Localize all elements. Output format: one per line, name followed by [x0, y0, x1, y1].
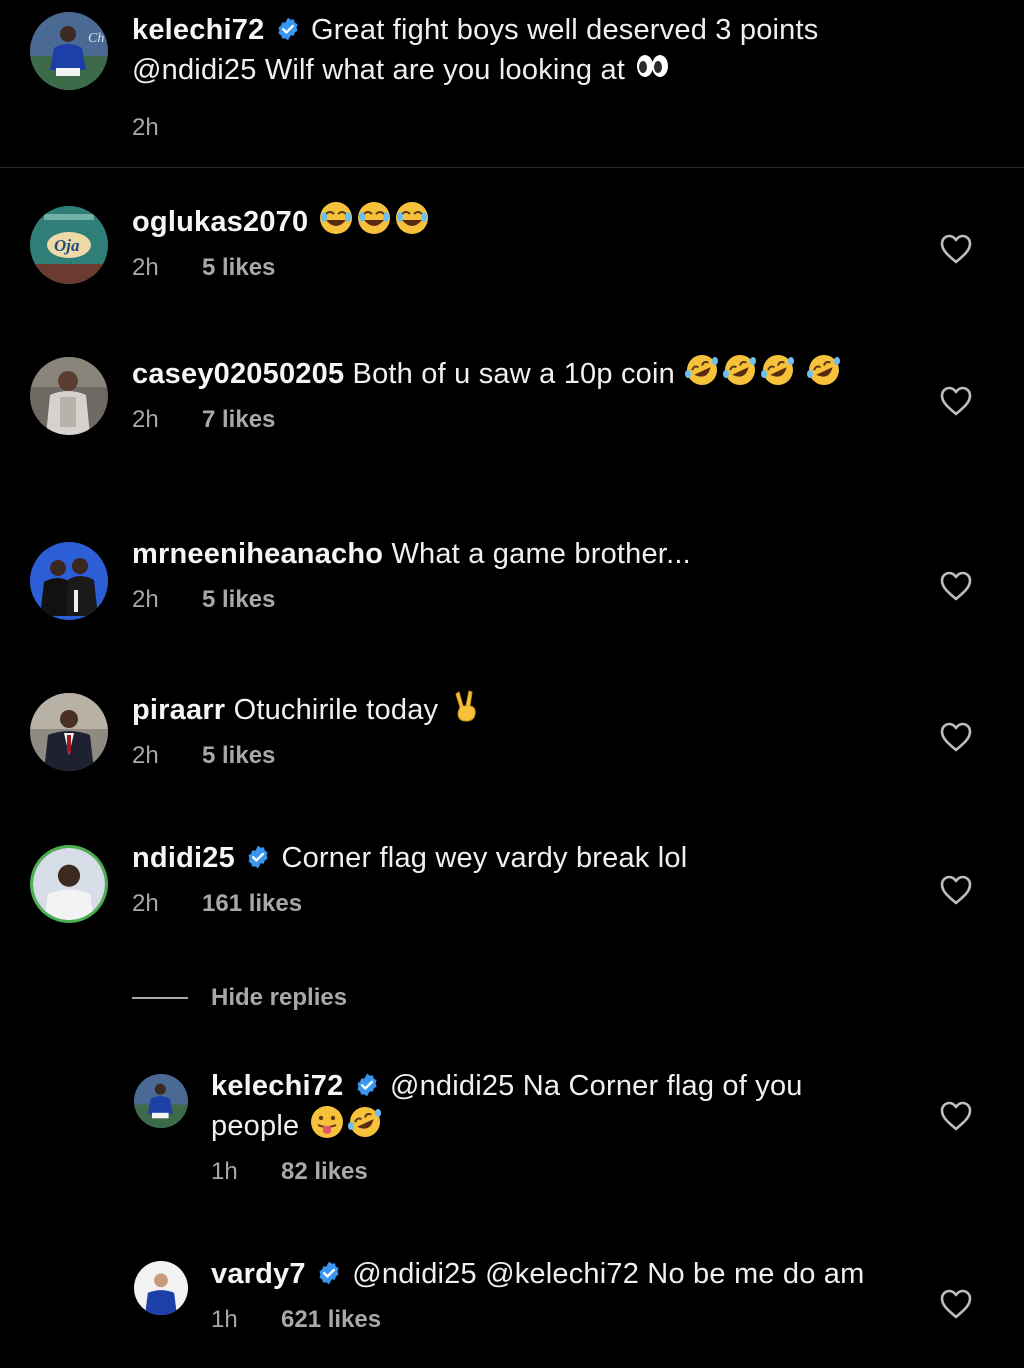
- like-heart-icon[interactable]: [938, 872, 974, 908]
- like-heart-icon[interactable]: [938, 1098, 974, 1134]
- rofl-emoji-icon: [806, 352, 842, 388]
- comment-likes[interactable]: 7 likes: [202, 406, 275, 434]
- like-heart-icon[interactable]: [938, 568, 974, 604]
- reply-meta: 1h 82 likes: [211, 1158, 884, 1186]
- comment-text-block: piraarr Otuchirile today: [132, 688, 884, 728]
- avatar-image: [30, 693, 108, 771]
- avatar-image: [30, 357, 108, 435]
- comment-username[interactable]: oglukas2070: [132, 206, 308, 238]
- joy-emoji-icon: [394, 200, 430, 236]
- comment-time: 2h: [132, 586, 159, 613]
- tongue-out-emoji-icon: [309, 1104, 345, 1140]
- victory-hand-emoji-icon: [448, 688, 484, 724]
- avatar-image: [134, 1074, 188, 1128]
- comment-text-block: oglukas2070: [132, 200, 884, 240]
- reply-time: 1h: [211, 1158, 238, 1185]
- comment-likes[interactable]: 5 likes: [202, 742, 275, 770]
- reply-likes[interactable]: 82 likes: [281, 1158, 368, 1186]
- rofl-emoji-icon: [347, 1104, 383, 1140]
- verified-badge-icon: [354, 1072, 380, 1098]
- comment-time: 2h: [132, 890, 159, 917]
- joy-emoji-icon: [318, 200, 354, 236]
- comment-username[interactable]: mrneeniheanacho: [132, 538, 383, 570]
- post-caption: Ch kelechi72 Great fight boys well deser…: [0, 0, 1024, 168]
- caption-username[interactable]: kelechi72: [132, 14, 264, 46]
- comment-body: casey02050205 Both of u saw a 10p coin 2…: [132, 352, 884, 434]
- comment-text: Corner flag wey vardy break lol: [281, 842, 688, 874]
- comment-meta: 2h 5 likes: [132, 586, 884, 614]
- reply-body: kelechi72 @ndidi25 Na Corner flag of you…: [211, 1069, 884, 1186]
- hide-replies-button[interactable]: Hide replies: [132, 980, 347, 1016]
- avatar-vardy7[interactable]: [134, 1261, 188, 1315]
- like-heart-icon[interactable]: [938, 231, 974, 267]
- comment-likes[interactable]: 5 likes: [202, 254, 275, 282]
- comment-time: 2h: [132, 254, 159, 281]
- verified-badge-icon: [316, 1260, 342, 1286]
- svg-text:Ch: Ch: [88, 31, 104, 46]
- caption-text-block: kelechi72 Great fight boys well deserved…: [132, 13, 884, 88]
- comment-meta: 2h 161 likes: [132, 890, 884, 918]
- reply-time: 1h: [211, 1306, 238, 1333]
- comment-body: mrneeniheanacho What a game brother... 2…: [132, 537, 884, 614]
- comment-meta: 2h 7 likes: [132, 406, 884, 434]
- avatar-ndidi25[interactable]: [33, 848, 105, 920]
- comment-text: Otuchirile today: [233, 694, 439, 726]
- reply-likes[interactable]: 621 likes: [281, 1306, 381, 1334]
- reply-text-block: kelechi72 @ndidi25 Na Corner flag of you…: [211, 1069, 884, 1144]
- comment-body: oglukas2070 2h 5 likes: [132, 200, 884, 282]
- rofl-emoji-icon: [684, 352, 720, 388]
- reply-body: vardy7 @ndidi25 @kelechi72 No be me do a…: [211, 1257, 884, 1334]
- verified-badge-icon: [275, 16, 301, 42]
- like-heart-icon[interactable]: [938, 383, 974, 419]
- comment-text-block: mrneeniheanacho What a game brother...: [132, 537, 884, 572]
- like-heart-icon[interactable]: [938, 1286, 974, 1322]
- avatar-image: [134, 1261, 188, 1315]
- reply-username[interactable]: kelechi72: [211, 1070, 343, 1102]
- comment-username[interactable]: casey02050205: [132, 358, 344, 390]
- comment-text: Both of u saw a 10p coin: [352, 358, 675, 390]
- comment-meta: 2h 5 likes: [132, 742, 884, 770]
- comment-meta: 2h 5 likes: [132, 254, 884, 282]
- eyes-emoji-icon: [634, 48, 670, 84]
- reply-text-block: vardy7 @ndidi25 @kelechi72 No be me do a…: [211, 1257, 884, 1292]
- avatar-image: [33, 848, 105, 920]
- rofl-emoji-icon: [722, 352, 758, 388]
- comment-body: ndidi25 Corner flag wey vardy break lol …: [132, 841, 884, 918]
- avatar-casey02050205[interactable]: [30, 357, 108, 435]
- rofl-emoji-icon: [760, 352, 796, 388]
- caption-meta: 2h: [132, 114, 884, 142]
- comment-likes[interactable]: 5 likes: [202, 586, 275, 614]
- hide-replies-label: Hide replies: [211, 984, 348, 1011]
- like-heart-icon[interactable]: [938, 719, 974, 755]
- comment-time: 2h: [132, 742, 159, 769]
- svg-text:Oja: Oja: [54, 236, 80, 255]
- avatar-image: Ch: [30, 12, 108, 90]
- avatar-kelechi72[interactable]: Ch: [30, 12, 108, 90]
- reply-meta: 1h 621 likes: [211, 1306, 884, 1334]
- comment-time: 2h: [132, 406, 159, 433]
- reply-text: @ndidi25 @kelechi72 No be me do am: [352, 1258, 865, 1290]
- caption-time: 2h: [132, 114, 159, 141]
- avatar-mrneeniheanacho[interactable]: [30, 542, 108, 620]
- avatar-image: Oja: [30, 206, 108, 284]
- comment-text: What a game brother...: [391, 538, 691, 570]
- hide-replies-line: [132, 997, 188, 999]
- comment-likes[interactable]: 161 likes: [202, 890, 302, 918]
- reply-username[interactable]: vardy7: [211, 1258, 306, 1290]
- comments-screen: Ch kelechi72 Great fight boys well deser…: [0, 0, 1024, 1368]
- comment-text-block: ndidi25 Corner flag wey vardy break lol: [132, 841, 884, 876]
- verified-badge-icon: [245, 844, 271, 870]
- comment-body: piraarr Otuchirile today 2h 5 likes: [132, 688, 884, 770]
- comment-username[interactable]: ndidi25: [132, 842, 235, 874]
- comment-text-block: casey02050205 Both of u saw a 10p coin: [132, 352, 884, 392]
- joy-emoji-icon: [356, 200, 392, 236]
- avatar-kelechi72[interactable]: [134, 1074, 188, 1128]
- caption-body: kelechi72 Great fight boys well deserved…: [132, 13, 884, 142]
- avatar-image: [30, 542, 108, 620]
- avatar-piraarr[interactable]: [30, 693, 108, 771]
- caption-divider: [0, 167, 1024, 168]
- avatar-oglukas2070[interactable]: Oja: [30, 206, 108, 284]
- comment-username[interactable]: piraarr: [132, 694, 225, 726]
